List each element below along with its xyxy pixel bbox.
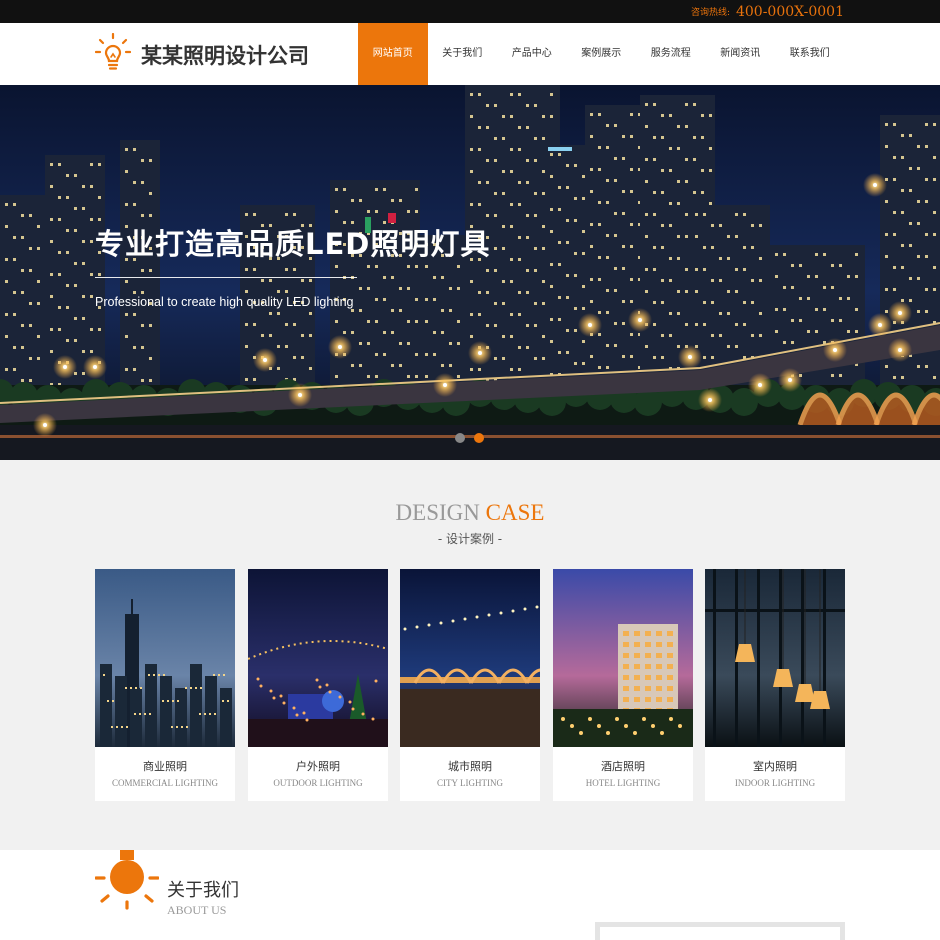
case-title: 酒店照明 [601, 760, 645, 773]
slider-dot-1[interactable] [455, 433, 465, 443]
case-subtitle: CITY LIGHTING [437, 778, 503, 788]
about-subtitle: ABOUT US [167, 903, 227, 917]
case-image [553, 569, 693, 747]
case-card[interactable]: 室内照明 INDOOR LIGHTING [705, 569, 845, 801]
case-card[interactable]: 城市照明 CITY LIGHTING [400, 569, 540, 801]
case-subtitle: HOTEL LIGHTING [585, 778, 661, 788]
case-title: 城市照明 [448, 760, 492, 773]
banner-subtitle: Professional to create high quality LED … [95, 295, 354, 309]
about-image-frame [595, 922, 845, 940]
case-image [95, 569, 235, 747]
company-name[interactable]: 某某照明设计公司 [141, 40, 309, 70]
case-image [400, 569, 540, 747]
hotline-number[interactable]: 400-000X-0001 [736, 4, 844, 20]
case-title: 室内照明 [753, 760, 797, 773]
header: 某某照明设计公司 网站首页 关于我们 产品中心 案例展示 服务流程 新闻资讯 联系我们 [0, 23, 940, 85]
case-subtitle: COMMERCIAL LIGHTING [112, 778, 218, 788]
about-title: 关于我们 [167, 880, 239, 901]
case-card[interactable]: 商业照明 COMMERCIAL LIGHTING [95, 569, 235, 801]
lightbulb-icon [95, 850, 159, 910]
nav-item-0[interactable]: 网站首页 [358, 23, 428, 85]
nav-item-4[interactable]: 服务流程 [636, 23, 706, 85]
banner-divider [95, 277, 357, 278]
case-card[interactable]: 户外照明 OUTDOOR LIGHTING [248, 569, 388, 801]
lightbulb-icon[interactable] [95, 33, 131, 71]
section-subtitle: - 设计案例 - [437, 532, 503, 546]
banner-title: 专业打造高品质LED照明灯具 [95, 227, 491, 261]
hotline-label: 咨询热线: [690, 8, 730, 18]
section-title-part1: DESIGN [395, 500, 486, 525]
nav-item-3[interactable]: 案例展示 [567, 23, 637, 85]
hotline: 咨询热线: 400-000X-0001 [691, 4, 844, 20]
banner-image [0, 85, 940, 460]
hero-banner: 专业打造高品质LED照明灯具 Professional to create hi… [0, 85, 940, 460]
slider-dots [455, 433, 484, 443]
design-case-section: DESIGN CASE - 设计案例 - 商业照明 COMMERCIAL LIGH… [0, 460, 940, 850]
case-image [248, 569, 388, 747]
section-title: DESIGN CASE [0, 500, 940, 526]
top-bar: 咨询热线: 400-000X-0001 [0, 0, 940, 23]
nav-item-1[interactable]: 关于我们 [428, 23, 498, 85]
about-section: 关于我们 ABOUT US [0, 850, 940, 940]
section-title-part2: CASE [485, 500, 545, 525]
case-image [705, 569, 845, 747]
case-subtitle: OUTDOOR LIGHTING [273, 778, 363, 788]
nav-item-6[interactable]: 联系我们 [775, 23, 845, 85]
main-nav: 网站首页 关于我们 产品中心 案例展示 服务流程 新闻资讯 联系我们 [358, 23, 845, 85]
case-subtitle: INDOOR LIGHTING [734, 778, 816, 788]
nav-item-2[interactable]: 产品中心 [497, 23, 567, 85]
nav-item-5[interactable]: 新闻资讯 [706, 23, 776, 85]
case-title: 户外照明 [296, 760, 340, 773]
case-title: 商业照明 [143, 760, 187, 773]
case-card[interactable]: 酒店照明 HOTEL LIGHTING [553, 569, 693, 801]
slider-dot-2[interactable] [474, 433, 484, 443]
